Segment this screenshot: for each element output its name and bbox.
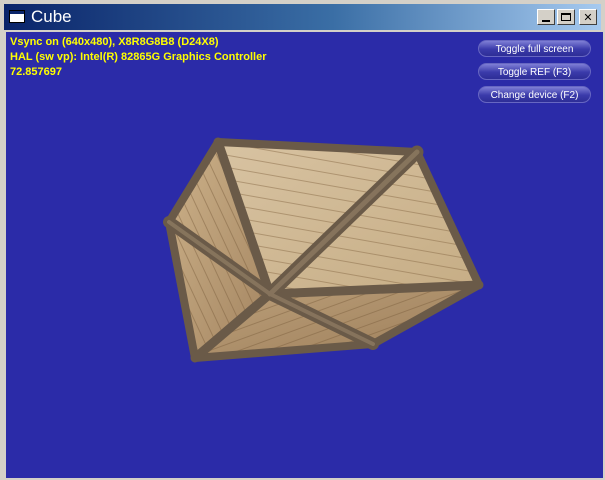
maximize-button[interactable] <box>557 9 575 25</box>
close-button[interactable]: ✕ <box>579 9 597 25</box>
title-bar[interactable]: Cube ✕ <box>4 4 601 30</box>
toggle-full-screen-button[interactable]: Toggle full screen <box>478 40 591 57</box>
close-icon: ✕ <box>583 10 593 24</box>
minimize-icon <box>542 19 550 22</box>
stats-line-fps: 72.857697 <box>10 66 62 78</box>
window-title: Cube <box>31 7 72 26</box>
change-device-button[interactable]: Change device (F2) <box>478 86 591 103</box>
render-stats: Vsync on (640x480), X8R8G8B8 (D24X8) HAL… <box>10 35 267 80</box>
app-window: Cube ✕ Vsync on (640x480), X8R8G8B8 (D24… <box>0 0 605 480</box>
minimize-button[interactable] <box>537 9 555 25</box>
render-viewport[interactable]: Vsync on (640x480), X8R8G8B8 (D24X8) HAL… <box>6 32 603 478</box>
maximize-icon <box>561 13 571 21</box>
app-window-icon[interactable] <box>9 10 25 23</box>
toggle-ref-button[interactable]: Toggle REF (F3) <box>478 63 591 80</box>
stats-line-device: HAL (sw vp): Intel(R) 82865G Graphics Co… <box>10 51 267 63</box>
stats-line-mode: Vsync on (640x480), X8R8G8B8 (D24X8) <box>10 36 219 48</box>
